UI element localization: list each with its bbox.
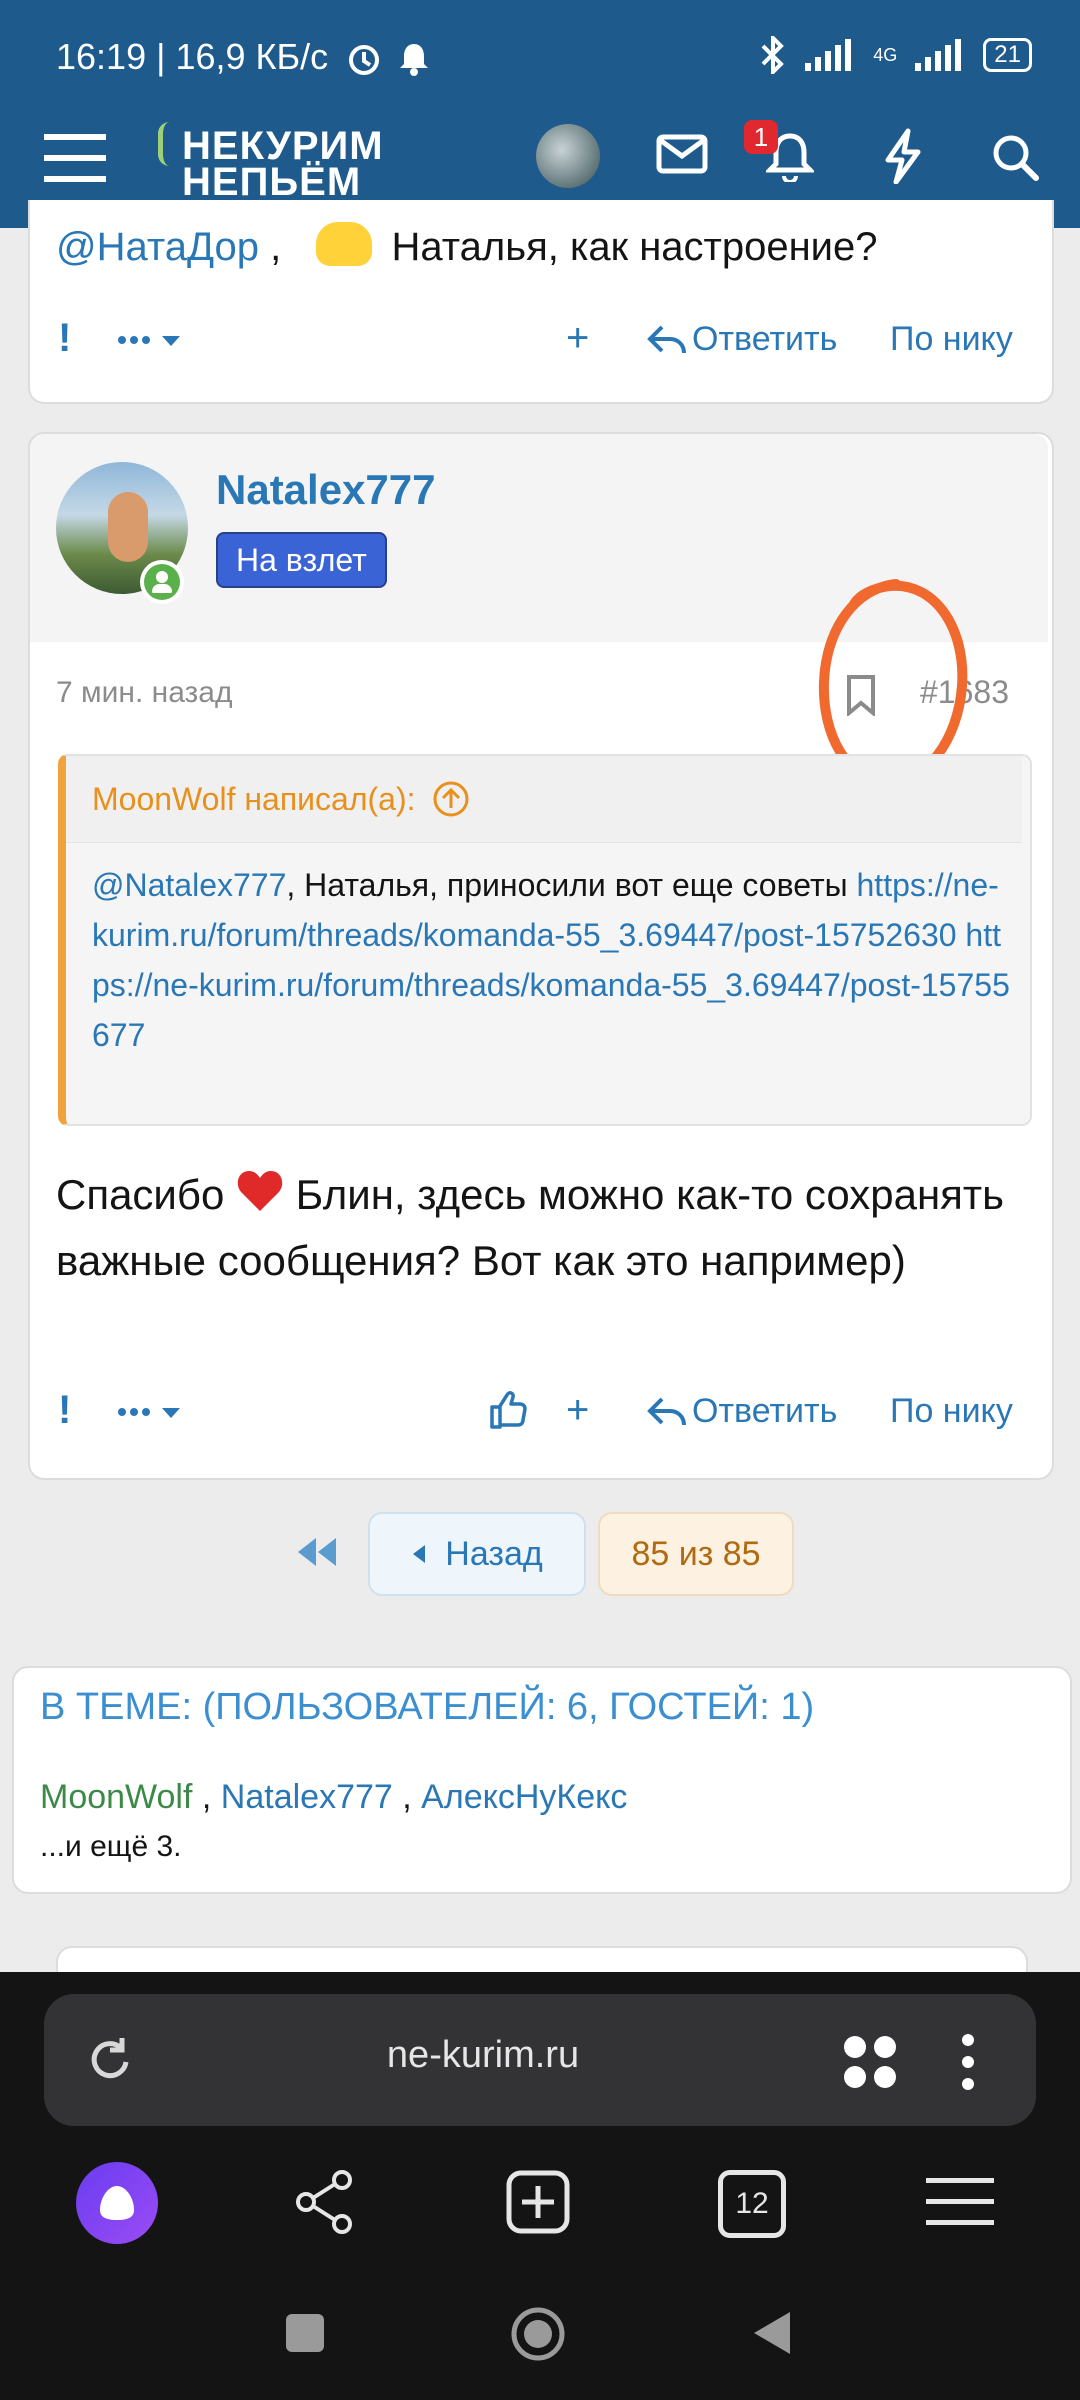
online-status-icon — [140, 560, 184, 604]
bluetooth-icon — [761, 36, 785, 74]
mention-link[interactable]: @НатаДор — [56, 225, 259, 269]
notification-badge: 1 — [744, 120, 778, 154]
mail-icon[interactable] — [656, 134, 708, 179]
online-user-link[interactable]: Natalex777 — [221, 1778, 393, 1816]
emoji-icon — [316, 222, 373, 266]
search-icon[interactable] — [990, 132, 1040, 187]
quote-author[interactable]: MoonWolf написал(а): — [92, 780, 470, 818]
whats-new-icon[interactable] — [882, 128, 922, 189]
logo-line2: НЕПЬЁМ — [182, 160, 362, 204]
apps-icon[interactable] — [840, 2032, 900, 2097]
online-users-list: MoonWolf , Natalex777 , АлексНуКекс — [40, 1778, 628, 1816]
more-menu-icon-2[interactable] — [116, 1390, 186, 1439]
reply-button-2[interactable]: Ответить — [646, 1392, 837, 1431]
report-icon[interactable]: ! — [58, 316, 71, 361]
post-time[interactable]: 7 мин. назад — [56, 676, 233, 710]
more-menu-icon[interactable] — [116, 318, 186, 367]
recent-apps-button[interactable] — [286, 2314, 324, 2352]
quote-text: , Наталья, приносили вот еще советы — [286, 867, 848, 903]
previous-post-text: @НатаДор , Наталья, как настроение? — [56, 222, 878, 270]
chevron-left-icon — [413, 1545, 426, 1563]
menu-icon[interactable] — [44, 132, 106, 189]
user-title-badge: На взлет — [216, 532, 387, 588]
like-icon[interactable] — [488, 1390, 528, 1435]
online-user-link[interactable]: MoonWolf — [40, 1778, 192, 1816]
multiquote-button-2[interactable]: + — [566, 1388, 589, 1433]
hamburger-menu-icon[interactable] — [926, 2176, 994, 2233]
quote-by-nick-button-2[interactable]: По нику — [890, 1392, 1013, 1431]
browser-menu-icon[interactable] — [960, 2032, 976, 2097]
online-users-title: В ТЕМЕ: (ПОЛЬЗОВАТЕЛЕЙ: 6, ГОСТЕЙ: 1) — [40, 1686, 815, 1728]
status-time: 16:19 | 16,9 КБ/с — [56, 36, 329, 77]
signal-icon-1 — [805, 39, 852, 71]
user-avatar[interactable] — [536, 124, 600, 188]
site-logo[interactable]: НЕКУРИМ НЕПЬЁМ — [150, 122, 384, 204]
back-button[interactable]: Назад — [368, 1512, 586, 1596]
quote-mention-link[interactable]: @Natalex777 — [92, 867, 286, 903]
sprig-icon — [158, 122, 181, 166]
status-right: 4G 21 — [759, 36, 1032, 74]
logo-line1: НЕКУРИМ — [182, 124, 384, 168]
previous-post-message: Наталья, как настроение? — [391, 225, 878, 269]
back-nav-button[interactable] — [752, 2310, 792, 2361]
quote-by-nick-button[interactable]: По нику — [890, 320, 1013, 359]
reload-icon[interactable] — [86, 2034, 134, 2089]
network-type: 4G — [873, 44, 898, 65]
alice-assistant-icon[interactable] — [76, 2162, 158, 2244]
url-text[interactable]: ne-kurim.ru — [300, 2034, 666, 2077]
post-body: Спасибо Блин, здесь можно как-то сохраня… — [56, 1164, 1016, 1292]
go-to-quote-icon[interactable] — [432, 780, 470, 818]
alarm-icon — [344, 38, 384, 83]
share-icon[interactable] — [294, 2170, 354, 2239]
tabs-counter[interactable]: 12 — [718, 2170, 786, 2238]
battery-indicator: 21 — [983, 38, 1032, 72]
reply-button[interactable]: Ответить — [646, 320, 837, 359]
multiquote-button[interactable]: + — [566, 316, 589, 361]
reply-icon-2 — [647, 1397, 686, 1425]
bell-status-icon — [398, 40, 430, 81]
quote-content: @Natalex777, Наталья, приносили вот еще … — [92, 860, 1012, 1060]
first-page-icon[interactable] — [296, 1536, 340, 1573]
online-users-more[interactable]: ...и ещё 3. — [40, 1830, 182, 1864]
author-name[interactable]: Natalex777 — [216, 466, 436, 514]
new-tab-icon[interactable] — [506, 2170, 570, 2239]
signal-icon-2 — [915, 39, 962, 71]
reply-icon — [647, 325, 686, 353]
report-icon-2[interactable]: ! — [58, 1388, 71, 1433]
page-indicator[interactable]: 85 из 85 — [598, 1512, 794, 1596]
heart-icon — [236, 1168, 284, 1230]
online-user-link[interactable]: АлексНуКекс — [421, 1778, 627, 1816]
home-button[interactable] — [510, 2306, 566, 2367]
quote-block: MoonWolf написал(а): @Natalex777, Наталь… — [58, 754, 1032, 1126]
